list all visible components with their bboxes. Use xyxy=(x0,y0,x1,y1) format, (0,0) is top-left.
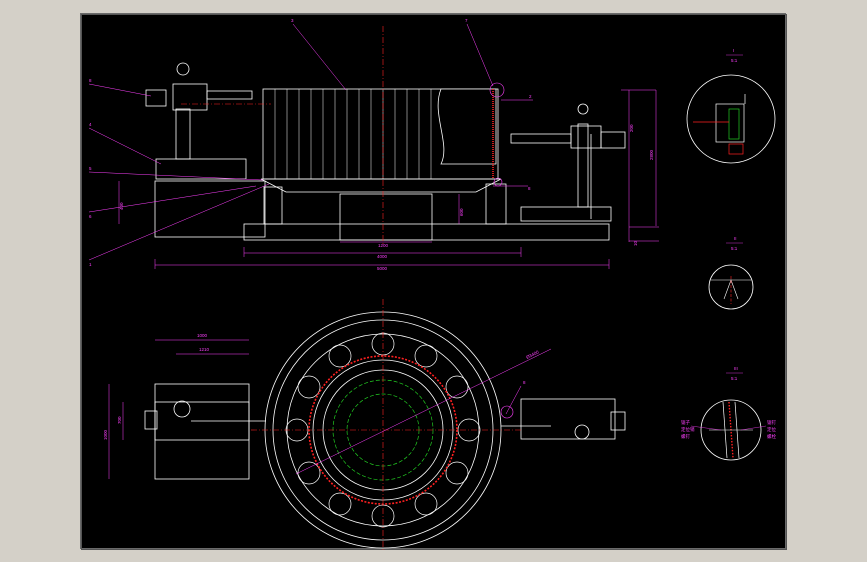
plan-dim-top-inner: 1210 xyxy=(199,347,210,352)
detail-iii-note-right-2: 螺栓 xyxy=(767,433,776,440)
dim-bottom-mid: 4000 xyxy=(377,254,388,259)
detail-iii-note-right-0: 锯钉 xyxy=(767,419,776,426)
detail-view-iii: III 5:1 锯子 定位销 螺钉 锯钉 定位 螺栓 xyxy=(681,366,776,461)
right-head-box xyxy=(570,125,602,149)
cad-drawing: 8 4 5 6 1 3 7 2 8 5000 4000 1200 2800 10… xyxy=(81,14,787,550)
plan-callout-8: 8 xyxy=(523,380,526,385)
callout-8-left: 8 xyxy=(89,78,92,83)
drum-cutaway xyxy=(437,88,497,165)
plan-left-hub xyxy=(173,400,191,418)
detail-iii-label: III xyxy=(734,366,738,371)
left-column xyxy=(175,108,191,160)
detail-i-circle xyxy=(686,74,776,164)
detail-i-section xyxy=(728,108,740,140)
left-stand-base xyxy=(155,158,247,180)
detail-i-scale: 5:1 xyxy=(731,58,738,63)
cad-drawing-viewport[interactable]: 8 4 5 6 1 3 7 2 8 5000 4000 1200 2800 10… xyxy=(80,13,787,550)
dim-bottom-overall: 5000 xyxy=(377,266,388,271)
left-arm xyxy=(206,90,253,100)
dim-right-small: 10 xyxy=(633,240,638,246)
right-stand-base xyxy=(520,206,612,222)
callout-7: 7 xyxy=(465,18,468,23)
center-pedestal xyxy=(339,193,433,241)
detail-iii-leader-left xyxy=(690,425,722,431)
detail-ii-label: II xyxy=(734,236,737,241)
detail-view-i: I 5:1 xyxy=(686,48,776,164)
plan-left-base xyxy=(154,383,250,480)
right-column xyxy=(577,123,589,208)
left-head-ring xyxy=(176,62,190,76)
left-head-box xyxy=(172,83,208,111)
front-elevation-view xyxy=(145,62,626,241)
platform-slab xyxy=(243,223,610,241)
detail-iii-note-left-1: 定位销 xyxy=(681,426,695,433)
callout-3: 3 xyxy=(291,18,294,23)
dim-mid-height: 600 xyxy=(459,208,464,216)
detail-iii-scale: 5:1 xyxy=(731,376,738,381)
plan-right-base xyxy=(520,398,616,440)
detail-view-ii: II 5:1 xyxy=(708,236,754,310)
dim-total-height: 2800 xyxy=(649,149,654,160)
detail-i-bracket xyxy=(715,103,745,143)
plan-dim-left-inner: 700 xyxy=(117,416,122,424)
detail-iii-leader-right xyxy=(740,425,767,431)
left-support xyxy=(263,186,283,225)
left-motor xyxy=(145,89,167,107)
drum-ribs xyxy=(274,89,432,179)
detail-ii-scale: 5:1 xyxy=(731,246,738,251)
right-support xyxy=(485,183,507,225)
detail-iii-note-left-0: 锯子 xyxy=(681,419,690,426)
dim-left-height: 400 xyxy=(119,202,124,210)
detail-iii-note-left-2: 螺钉 xyxy=(681,433,690,440)
plan-right-motor xyxy=(610,411,626,431)
callout-2: 2 xyxy=(529,94,532,99)
callout-4: 4 xyxy=(89,122,92,127)
plan-dim-diameter: Ø3400 xyxy=(525,349,540,360)
callout-5: 5 xyxy=(89,166,92,171)
plan-dim-top-outer: 1000 xyxy=(197,333,208,338)
dim-base-width: 1200 xyxy=(378,243,389,248)
callout-1: 1 xyxy=(89,262,92,267)
right-head-ring xyxy=(577,103,589,115)
detail-i-label: I xyxy=(733,48,734,53)
callout-8-right: 8 xyxy=(528,186,531,191)
callout-6: 6 xyxy=(89,214,92,219)
detail-i-clamp xyxy=(728,143,744,155)
turntable-deck xyxy=(260,178,502,193)
plan-centerlines xyxy=(251,299,521,550)
right-motor xyxy=(600,131,626,149)
plan-right-hub xyxy=(574,424,590,440)
dim-arm-size: 200 xyxy=(629,124,634,132)
right-arm xyxy=(510,133,572,144)
drawing-border xyxy=(81,14,787,550)
detail-iii-note-right-1: 定位 xyxy=(767,426,776,433)
plan-dim-left-height: 1000 xyxy=(103,429,108,440)
